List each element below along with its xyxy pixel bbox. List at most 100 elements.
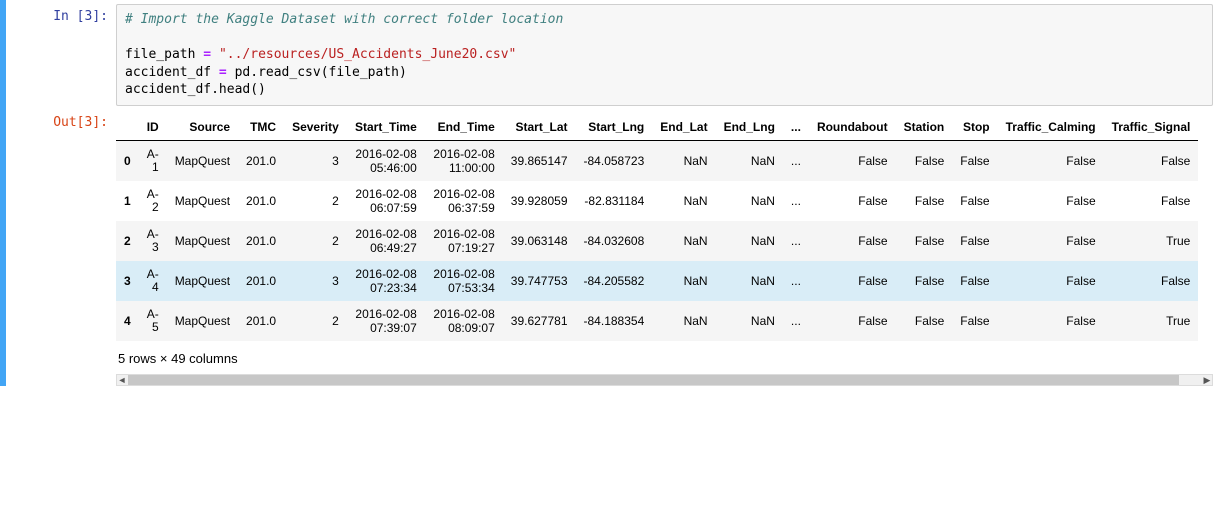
cell: False (998, 140, 1104, 181)
cell: 2016-02-08 08:09:07 (425, 301, 503, 341)
cell: NaN (716, 221, 783, 261)
cell: ... (783, 301, 809, 341)
cell: 2016-02-08 07:23:34 (347, 261, 425, 301)
cell: A-1 (139, 140, 167, 181)
cell: False (998, 181, 1104, 221)
cell: MapQuest (167, 301, 238, 341)
cell: False (896, 181, 953, 221)
cell: True (1104, 221, 1199, 261)
column-header: Station (896, 114, 953, 141)
code-token: head (219, 82, 250, 97)
cell: MapQuest (167, 261, 238, 301)
cell: A-3 (139, 221, 167, 261)
column-header: Severity (284, 114, 347, 141)
cell: NaN (652, 261, 715, 301)
cell: -84.058723 (576, 140, 653, 181)
output-body: IDSourceTMCSeverityStart_TimeEnd_TimeSta… (116, 110, 1213, 386)
column-header: End_Time (425, 114, 503, 141)
table-body: 0A-1MapQuest201.032016-02-08 05:46:00201… (116, 140, 1198, 341)
cell: 2 (284, 301, 347, 341)
row-index: 1 (116, 181, 139, 221)
output-cell: Out[3]: IDSourceTMCSeverityStart_TimeEnd… (6, 110, 1213, 386)
cell: False (1104, 140, 1199, 181)
cell: A-2 (139, 181, 167, 221)
table-row[interactable]: 4A-5MapQuest201.022016-02-08 07:39:07201… (116, 301, 1198, 341)
code-token: ( (321, 65, 329, 80)
code-cell: In [3]: # Import the Kaggle Dataset with… (6, 4, 1213, 106)
table-row[interactable]: 3A-4MapQuest201.032016-02-08 07:23:34201… (116, 261, 1198, 301)
cell: NaN (716, 140, 783, 181)
cell: False (952, 140, 997, 181)
code-token: ) (399, 65, 407, 80)
cell: False (809, 181, 896, 221)
cell: 201.0 (238, 301, 284, 341)
table-row[interactable]: 1A-2MapQuest201.022016-02-08 06:07:59201… (116, 181, 1198, 221)
row-index: 3 (116, 261, 139, 301)
code-comment: # Import the Kaggle Dataset with correct… (125, 12, 563, 27)
table-row[interactable]: 2A-3MapQuest201.022016-02-08 06:49:27201… (116, 221, 1198, 261)
column-header: Start_Time (347, 114, 425, 141)
column-header: ... (783, 114, 809, 141)
horizontal-scrollbar[interactable]: ◄ ▶ (116, 374, 1213, 386)
notebook: In [3]: # Import the Kaggle Dataset with… (0, 0, 1213, 386)
code-token: accident_df (125, 82, 211, 97)
column-header: Stop (952, 114, 997, 141)
column-header: ID (139, 114, 167, 141)
cell: 39.627781 (503, 301, 576, 341)
cell: ... (783, 181, 809, 221)
row-index: 4 (116, 301, 139, 341)
output-prompt: Out[3]: (6, 110, 116, 386)
cell: MapQuest (167, 221, 238, 261)
table-row[interactable]: 0A-1MapQuest201.032016-02-08 05:46:00201… (116, 140, 1198, 181)
cell: A-4 (139, 261, 167, 301)
cell: False (952, 261, 997, 301)
cell: 201.0 (238, 140, 284, 181)
cell: False (1104, 181, 1199, 221)
cell: A-5 (139, 301, 167, 341)
cell: -84.205582 (576, 261, 653, 301)
scrollbar-thumb[interactable] (128, 375, 1179, 385)
dataframe-scroll[interactable]: IDSourceTMCSeverityStart_TimeEnd_TimeSta… (116, 114, 1206, 341)
code-token: = (195, 47, 218, 62)
table-head: IDSourceTMCSeverityStart_TimeEnd_TimeSta… (116, 114, 1198, 141)
code-token: read_csv (258, 65, 321, 80)
cell: False (809, 261, 896, 301)
cell: NaN (652, 221, 715, 261)
cell: False (896, 221, 953, 261)
scroll-right-icon[interactable]: ▶ (1202, 374, 1212, 386)
cell: 2016-02-08 11:00:00 (425, 140, 503, 181)
cell: -84.188354 (576, 301, 653, 341)
cell: 2016-02-08 06:49:27 (347, 221, 425, 261)
cell: False (896, 301, 953, 341)
table-header-row: IDSourceTMCSeverityStart_TimeEnd_TimeSta… (116, 114, 1198, 141)
cell: False (952, 181, 997, 221)
cell: 2016-02-08 06:37:59 (425, 181, 503, 221)
code-token: . (211, 82, 219, 97)
cell: ... (783, 261, 809, 301)
cell: 2016-02-08 07:39:07 (347, 301, 425, 341)
cell: MapQuest (167, 140, 238, 181)
cell: 39.063148 (503, 221, 576, 261)
dataframe-table: IDSourceTMCSeverityStart_TimeEnd_TimeSta… (116, 114, 1198, 341)
scroll-left-icon[interactable]: ◄ (117, 374, 127, 386)
column-header: TMC (238, 114, 284, 141)
cell: MapQuest (167, 181, 238, 221)
cell: False (952, 301, 997, 341)
cell: NaN (716, 181, 783, 221)
cell: NaN (652, 301, 715, 341)
cell: 39.747753 (503, 261, 576, 301)
column-header: Source (167, 114, 238, 141)
cell: 2016-02-08 07:53:34 (425, 261, 503, 301)
cell: 2016-02-08 05:46:00 (347, 140, 425, 181)
dataframe-shape-note: 5 rows × 49 columns (116, 341, 1213, 372)
cell: 201.0 (238, 181, 284, 221)
code-editor[interactable]: # Import the Kaggle Dataset with correct… (116, 4, 1213, 106)
column-header: Start_Lat (503, 114, 576, 141)
code-token: file_path (329, 65, 399, 80)
cell: ... (783, 140, 809, 181)
column-header: Roundabout (809, 114, 896, 141)
cell: 2 (284, 221, 347, 261)
code-token: () (250, 82, 266, 97)
input-body: # Import the Kaggle Dataset with correct… (116, 4, 1213, 106)
cell: False (1104, 261, 1199, 301)
